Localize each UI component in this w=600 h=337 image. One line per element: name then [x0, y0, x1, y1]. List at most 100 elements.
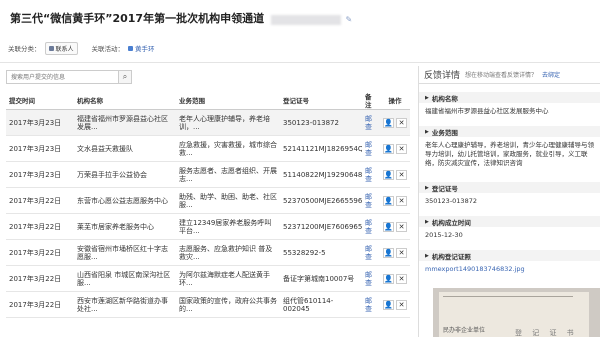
row-org: 西安市莲湖区新华路街道办事处社... [77, 296, 168, 313]
delete-icon[interactable]: ✕ [396, 221, 407, 232]
category-label: 关联分类： [8, 45, 41, 53]
row-org: 莱芜市居家养老服务中心 [77, 222, 154, 231]
table-row[interactable]: 2017年3月22日 西安市莲湖区新华路街道办事处社... 国家政策的宣传，政府… [6, 292, 410, 318]
row-actions: 👤 ✕ [380, 143, 410, 154]
assign-user-icon[interactable]: 👤 [383, 117, 394, 128]
caret-icon: ▶ [425, 184, 429, 191]
row-reg: 55328292-5 [283, 248, 326, 257]
row-note[interactable]: 邮查 [362, 115, 380, 131]
table-row[interactable]: 2017年3月22日 山西省阳泉 市城区南深沟社区服... 为阿尔兹海默症老人配… [6, 266, 410, 292]
table-row[interactable]: 2017年3月23日 文水县益天救援队 应急救援，灾害救援，城市综合救... 5… [6, 136, 410, 162]
row-reg: 52141121MJ1826954Q [283, 144, 362, 153]
org-label: ▶ 机构名称 [419, 92, 600, 103]
row-reg: 备证字第城南10007号 [283, 274, 355, 283]
cert-link[interactable]: mmexport1490183746832.jpg [419, 261, 600, 277]
header-note: 备注 [365, 92, 372, 109]
delete-icon[interactable]: ✕ [396, 299, 407, 310]
reg-value: 350123-013872 [425, 197, 477, 205]
row-note[interactable]: 邮查 [362, 219, 380, 235]
row-note[interactable]: 邮查 [362, 271, 380, 287]
row-scope: 助残、助学、助困、助老、社区服... [179, 192, 277, 209]
delete-icon[interactable]: ✕ [396, 195, 407, 206]
delete-icon[interactable]: ✕ [396, 143, 407, 154]
row-org: 文水县益天救援队 [77, 144, 133, 153]
delete-icon[interactable]: ✕ [396, 247, 407, 258]
delete-icon[interactable]: ✕ [396, 117, 407, 128]
search-input[interactable] [6, 70, 119, 84]
header-actions: 操作 [388, 96, 402, 105]
activity-icon [128, 45, 134, 51]
date-value: 2015-12-30 [425, 231, 463, 239]
row-scope: 为阿尔兹海默症老人配送黄手环... [179, 270, 270, 287]
date-label-text: 机构成立时间 [431, 218, 471, 227]
table-header: 提交时间 机构名称 业务范围 登记证号 备注 操作 [6, 92, 410, 110]
search-bar: ⌕ [6, 70, 132, 84]
row-scope: 建立12349居家养老服务呼叫平台... [179, 218, 272, 235]
table-row[interactable]: 2017年3月22日 安徽省宿州市埇桥区红十字志愿服... 志愿服务、应急救护知… [6, 240, 410, 266]
assign-user-icon[interactable]: 👤 [383, 169, 394, 180]
row-time: 2017年3月22日 [9, 274, 62, 283]
delete-icon[interactable]: ✕ [396, 169, 407, 180]
meta-row: 关联分类： 联系人 关联活动： 黄手环 [8, 40, 155, 56]
caret-icon: ▶ [425, 252, 429, 259]
activity-label: 关联活动： [91, 45, 125, 53]
date-section: ▶ 机构成立时间 2015-12-30 [419, 216, 600, 244]
reg-section: ▶ 登记证号 350123-013872 [419, 182, 600, 210]
row-time: 2017年3月22日 [9, 248, 62, 257]
row-note[interactable]: 邮查 [362, 141, 380, 157]
table-row[interactable]: 2017年3月22日 东营市心愿公益志愿服务中心 助残、助学、助困、助老、社区服… [6, 188, 410, 214]
row-time: 2017年3月22日 [9, 196, 62, 205]
row-note[interactable]: 邮查 [362, 297, 380, 313]
activity-tag-label: 黄手环 [135, 45, 155, 53]
certificate-line [443, 296, 573, 297]
title-bar: 第三代“微信黄手环”2017年第一批次机构申领通道 ✎ [0, 0, 600, 38]
scope-label: ▶ 业务范围 [419, 126, 600, 137]
header-time: 提交时间 [9, 96, 35, 105]
assign-user-icon[interactable]: 👤 [383, 195, 394, 206]
row-scope: 志愿服务、应急救护知识 普及 救灾... [179, 244, 273, 261]
table-row[interactable]: 2017年3月23日 万荣县手拉手公益协会 服务志愿者、志愿者组织、开展志...… [6, 162, 410, 188]
search-button[interactable]: ⌕ [119, 70, 132, 84]
row-time: 2017年3月22日 [9, 222, 62, 231]
header-org: 机构名称 [77, 96, 103, 105]
assign-user-icon[interactable]: 👤 [383, 221, 394, 232]
delete-icon[interactable]: ✕ [396, 273, 407, 284]
row-scope: 服务志愿者、志愿者组织、开展志... [179, 166, 277, 183]
caret-icon: ▶ [425, 218, 429, 225]
header-scope: 业务范围 [179, 96, 205, 105]
assign-user-icon[interactable]: 👤 [383, 143, 394, 154]
bind-link[interactable]: 去绑定 [542, 70, 560, 79]
search-icon: ⌕ [122, 72, 128, 81]
reg-label-text: 登记证号 [431, 184, 458, 193]
row-actions: 👤 ✕ [380, 117, 410, 128]
category-tag[interactable]: 联系人 [44, 41, 78, 55]
assign-user-icon[interactable]: 👤 [383, 299, 394, 310]
edit-icon[interactable]: ✎ [346, 15, 353, 24]
row-note[interactable]: 邮查 [362, 167, 380, 183]
row-reg: 组代管610114-002045 [283, 296, 334, 313]
row-time: 2017年3月23日 [9, 144, 62, 153]
activity-tag[interactable]: 黄手环 [128, 43, 155, 53]
cert-label: ▶ 机构登记证照 [419, 250, 600, 261]
row-reg: 52370500MJE2665596 [283, 196, 362, 205]
caret-icon: ▶ [425, 128, 429, 135]
table-row[interactable]: 2017年3月22日 莱芜市居家养老服务中心 建立12349居家养老服务呼叫平台… [6, 214, 410, 240]
certificate-image[interactable]: 民办非企业单位 登 记 证 书 [433, 288, 600, 337]
panel-title: 反馈详情 [424, 71, 461, 81]
row-org: 福建省福州市罗源县益心社区发展... [77, 114, 168, 131]
row-note[interactable]: 邮查 [362, 245, 380, 261]
assign-user-icon[interactable]: 👤 [383, 273, 394, 284]
row-actions: 👤 ✕ [380, 247, 410, 258]
row-org: 安徽省宿州市埇桥区红十字志愿服... [77, 244, 168, 261]
row-scope: 老年人心理康护辅导，养老培训，... [179, 114, 270, 131]
row-actions: 👤 ✕ [380, 299, 410, 310]
user-icon [48, 45, 54, 51]
row-note[interactable]: 邮查 [362, 193, 380, 209]
row-scope: 应急救援，灾害救援，城市综合救... [179, 140, 277, 157]
table-row[interactable]: 2017年3月23日 福建省福州市罗源县益心社区发展... 老年人心理康护辅导，… [6, 110, 410, 136]
assign-user-icon[interactable]: 👤 [383, 247, 394, 258]
feedback-detail-panel: 反馈详情 想在移动端查看反馈详情？ 去绑定 ▶ 机构名称 福建省福州市罗源县益心社… [418, 66, 600, 337]
row-org: 万荣县手拉手公益协会 [77, 170, 147, 179]
row-reg: 52371200MJE7606965 [283, 222, 362, 231]
row-org: 东营市心愿公益志愿服务中心 [77, 196, 168, 205]
